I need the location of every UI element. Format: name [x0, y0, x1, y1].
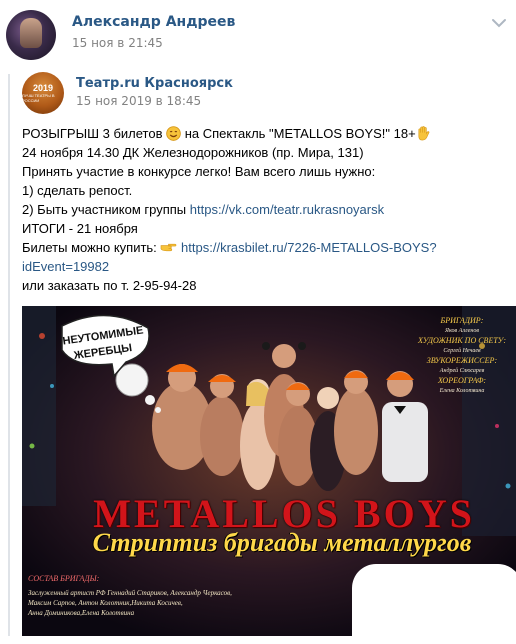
group-link[interactable]: https://vk.com/teatr.rukrasnoyarsk: [190, 202, 384, 217]
chevron-down-icon[interactable]: [490, 16, 508, 30]
text-segment: Билеты можно купить:: [22, 240, 161, 255]
poster-image[interactable]: НЕУТОМИМЫЕ ЖЕРЕБЦЫ БРИГАДИР: Яков Аллено…: [22, 306, 516, 636]
cast-line: Заслуженный артист РФ Геннадий Стариков,…: [28, 589, 232, 597]
text-line: Билеты можно купить: https://krasbilet.r…: [22, 238, 512, 257]
tickets-link-continued[interactable]: idEvent=19982: [22, 259, 109, 274]
author-avatar[interactable]: [6, 10, 56, 60]
cast-heading: СОСТАВ БРИГАДЫ:: [28, 574, 100, 583]
credit-heading: ХУДОЖНИК ПО СВЕТУ:: [417, 336, 507, 345]
text-segment: 2) Быть участником группы: [22, 202, 190, 217]
cast-line: Максим Сарпов, Антон Колотник,Никита Кос…: [28, 599, 183, 607]
pointing-hand-emoji-icon: [161, 243, 177, 252]
credit-heading: БРИГАДИР:: [440, 316, 484, 325]
credit-name: Сергей Нечаев: [443, 348, 481, 354]
smile-emoji-icon: [166, 126, 181, 141]
text-line: 24 ноября 14.30 ДК Железнодорожников (пр…: [22, 145, 364, 160]
avatar-year: 2019: [32, 82, 54, 93]
credit-heading: ХОРЕОГРАФ:: [437, 376, 487, 385]
poster-subtitle: Стриптиз бригады металлургов: [92, 528, 472, 557]
credit-name: Елена Колотвина: [439, 388, 485, 394]
raised-hand-emoji-icon: [418, 126, 430, 141]
group-post-time[interactable]: 15 ноя 2019 в 18:45: [76, 94, 201, 108]
text-line: РОЗЫГРЫШ 3 билетов на Спектакль "METALLO…: [22, 124, 512, 143]
text-line: idEvent=19982: [22, 257, 512, 276]
credit-name: Яков Алленов: [445, 328, 479, 334]
text-line: Принять участие в конкурсе легко! Вам вс…: [22, 164, 376, 179]
poster-cutout: [352, 564, 516, 636]
text-segment: на Спектакль "METALLOS BOYS!" 18+: [181, 126, 416, 141]
text-line: ИТОГИ - 21 ноября: [22, 221, 138, 236]
post-time[interactable]: 15 ноя в 21:45: [72, 36, 163, 50]
tickets-link[interactable]: https://krasbilet.ru/7226-METALLOS-BOYS?: [181, 240, 437, 255]
cast-list: Заслуженный артист РФ Геннадий Стариков,…: [28, 588, 388, 618]
group-avatar[interactable]: 2019 ЛУЧШ ТЕАТРЫ В РОССИИ: [22, 72, 64, 114]
group-name[interactable]: Театр.ru Красноярск: [76, 76, 233, 91]
poster-badge: НЕУТОМИМЫЕ ЖЕРЕБЦЫ: [60, 320, 146, 368]
text-line: 2) Быть участником группы https://vk.com…: [22, 200, 512, 219]
post-text: РОЗЫГРЫШ 3 билетов на Спектакль "METALLO…: [22, 124, 512, 295]
author-name[interactable]: Александр Андреев: [72, 14, 235, 30]
text-line: 1) сделать репост.: [22, 183, 133, 198]
cast-line: Анна Доминикова,Елена Колотвина: [28, 609, 135, 617]
repost-line: [8, 74, 10, 636]
poster-credits: БРИГАДИР: Яков Алленов ХУДОЖНИК ПО СВЕТУ…: [412, 316, 512, 396]
credit-heading: ЗВУКОРЕЖИССЕР:: [426, 356, 498, 365]
text-segment: РОЗЫГРЫШ 3 билетов: [22, 126, 167, 141]
text-line: или заказать по т. 2-95-94-28: [22, 278, 197, 293]
avatar-caption: ЛУЧШ ТЕАТРЫ В РОССИИ: [22, 92, 55, 103]
credit-name: Андрей Слюсарев: [439, 368, 485, 374]
